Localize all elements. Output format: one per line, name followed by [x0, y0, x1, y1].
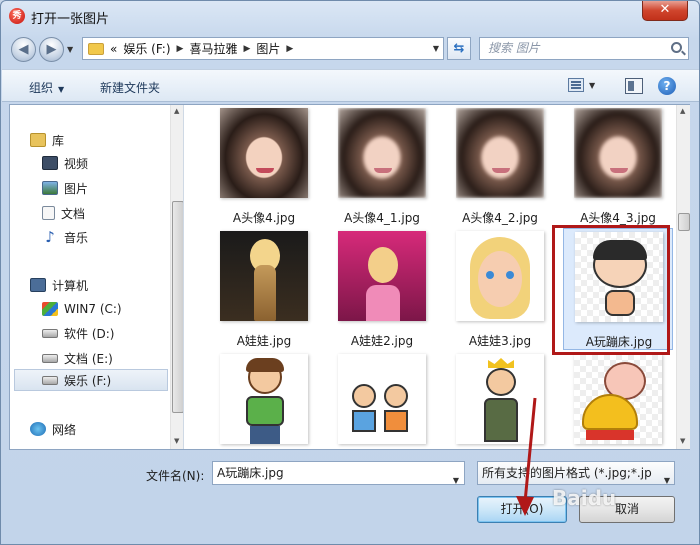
- file-tile[interactable]: A娃娃.jpg: [209, 228, 319, 350]
- file-list-scrollbar[interactable]: ▲ ▼: [676, 105, 690, 449]
- scroll-down-icon[interactable]: ▼: [174, 437, 179, 445]
- search-icon[interactable]: [671, 42, 682, 53]
- nav-library[interactable]: 库: [30, 129, 183, 151]
- breadcrumb-current[interactable]: 图片 ▶: [256, 40, 293, 57]
- file-thumbnail: [574, 354, 662, 444]
- nav-network[interactable]: 网络: [30, 418, 183, 440]
- scrollbar-thumb[interactable]: [172, 201, 183, 413]
- window-title: 打开一张图片: [31, 12, 110, 27]
- drive-icon: [42, 328, 58, 338]
- file-tile[interactable]: [563, 351, 673, 449]
- close-button[interactable]: ✕: [642, 1, 688, 21]
- chevron-right-icon[interactable]: ▶: [243, 44, 250, 54]
- help-icon[interactable]: ?: [658, 77, 676, 95]
- chevron-right-icon[interactable]: ▶: [286, 44, 293, 54]
- filename-dropdown-icon[interactable]: ▼: [453, 470, 459, 492]
- file-name: A头像4_3.jpg: [580, 211, 656, 225]
- nav-music[interactable]: ♪ 音乐: [42, 226, 183, 248]
- file-thumbnail: [456, 231, 544, 321]
- computer-icon: [30, 278, 46, 292]
- preview-pane-icon[interactable]: [625, 78, 643, 94]
- scroll-up-icon[interactable]: ▲: [680, 107, 685, 115]
- forward-button[interactable]: ▶: [39, 37, 64, 62]
- file-name: A头像4.jpg: [232, 211, 296, 225]
- music-icon: ♪: [45, 228, 55, 246]
- file-thumbnail: [338, 231, 426, 321]
- nav-documents[interactable]: 文档: [42, 202, 183, 224]
- file-thumbnail: [338, 354, 426, 444]
- file-tile[interactable]: [327, 351, 437, 449]
- watermark: Baidu: [552, 486, 617, 510]
- file-tile[interactable]: [209, 351, 319, 449]
- file-name: A娃娃3.jpg: [468, 334, 532, 348]
- file-name: A头像4_1.jpg: [344, 211, 420, 225]
- command-bar: 组织 ▼ 新建文件夹 ▼ ?: [2, 69, 699, 102]
- search-input[interactable]: 搜索 图片: [479, 37, 689, 60]
- organize-menu[interactable]: 组织 ▼: [29, 79, 64, 96]
- file-thumbnail: [220, 231, 308, 321]
- file-name: A娃娃.jpg: [236, 334, 292, 348]
- search-placeholder: 搜索 图片: [488, 41, 540, 55]
- nav-videos[interactable]: 视频: [42, 152, 183, 174]
- library-icon: [30, 133, 46, 147]
- navigation-pane: 库 视频 图片 文档 ♪ 音乐 计算机 WIN7 (C:) 软件 (D:) 文档…: [10, 105, 184, 449]
- nav-drive-c[interactable]: WIN7 (C:): [42, 298, 183, 320]
- file-thumbnail: [220, 108, 308, 198]
- filetype-dropdown-icon[interactable]: ▼: [664, 470, 670, 484]
- recent-pages-dropdown[interactable]: ▼: [67, 43, 79, 57]
- open-file-dialog: 秀 打开一张图片 ✕ ◀ ▶ ▼ « 娱乐 (F:) ▶ 喜马拉雅 ▶ 图片 ▶ ▼ …: [0, 0, 700, 545]
- highlight-frame: [552, 225, 670, 355]
- file-tile[interactable]: [445, 351, 555, 449]
- view-dropdown-icon[interactable]: ▼: [589, 81, 595, 90]
- file-thumbnail: [456, 108, 544, 198]
- file-tile[interactable]: A娃娃2.jpg: [327, 228, 437, 350]
- chevron-right-icon[interactable]: ▶: [177, 44, 184, 54]
- address-bar[interactable]: « 娱乐 (F:) ▶ 喜马拉雅 ▶ 图片 ▶ ▼: [82, 37, 444, 60]
- filename-input[interactable]: A玩蹦床.jpg ▼: [212, 461, 465, 485]
- document-icon: [42, 206, 55, 220]
- address-overflow[interactable]: «: [110, 42, 117, 56]
- file-thumbnail: [456, 354, 544, 444]
- file-name: A头像4_2.jpg: [462, 211, 538, 225]
- nav-drive-e[interactable]: 文档 (E:): [42, 347, 183, 369]
- network-icon: [30, 422, 46, 436]
- nav-scrollbar[interactable]: ▲ ▼: [170, 105, 183, 449]
- filetype-select[interactable]: 所有支持的图片格式 (*.jpg;*.jp ▼: [477, 461, 675, 485]
- file-thumbnail: [220, 354, 308, 444]
- refresh-button[interactable]: ⇆: [447, 37, 471, 60]
- folder-icon: [88, 42, 104, 55]
- nav-drive-f[interactable]: 娱乐 (F:): [14, 369, 168, 391]
- nav-drive-d[interactable]: 软件 (D:): [42, 322, 183, 344]
- scrollbar-thumb[interactable]: [678, 213, 690, 231]
- file-tile[interactable]: A头像4_1.jpg: [327, 105, 437, 227]
- windows-drive-icon: [42, 302, 58, 316]
- file-name: A娃娃2.jpg: [350, 334, 414, 348]
- breadcrumb-folder[interactable]: 喜马拉雅 ▶: [189, 40, 250, 57]
- drive-icon: [42, 353, 58, 363]
- nav-pictures[interactable]: 图片: [42, 177, 183, 199]
- scroll-down-icon[interactable]: ▼: [680, 437, 685, 445]
- file-thumbnail: [338, 108, 426, 198]
- picture-icon: [42, 181, 58, 195]
- file-tile[interactable]: A头像4.jpg: [209, 105, 319, 227]
- address-dropdown-icon[interactable]: ▼: [433, 44, 439, 53]
- view-icon[interactable]: [568, 78, 584, 92]
- video-icon: [42, 156, 58, 170]
- file-tile[interactable]: A娃娃3.jpg: [445, 228, 555, 350]
- file-thumbnail: [574, 108, 662, 198]
- scroll-up-icon[interactable]: ▲: [174, 107, 179, 115]
- nav-computer[interactable]: 计算机: [30, 274, 183, 296]
- file-tile[interactable]: A头像4_2.jpg: [445, 105, 555, 227]
- new-folder-button[interactable]: 新建文件夹: [100, 79, 160, 96]
- breadcrumb-drive[interactable]: 娱乐 (F:) ▶: [123, 40, 183, 57]
- file-tile[interactable]: A头像4_3.jpg: [563, 105, 673, 227]
- drive-icon: [42, 375, 58, 385]
- title-bar: 秀 打开一张图片 ✕: [1, 1, 699, 31]
- back-button[interactable]: ◀: [11, 37, 36, 62]
- app-icon: 秀: [9, 8, 25, 24]
- filename-label: 文件名(N):: [146, 469, 205, 483]
